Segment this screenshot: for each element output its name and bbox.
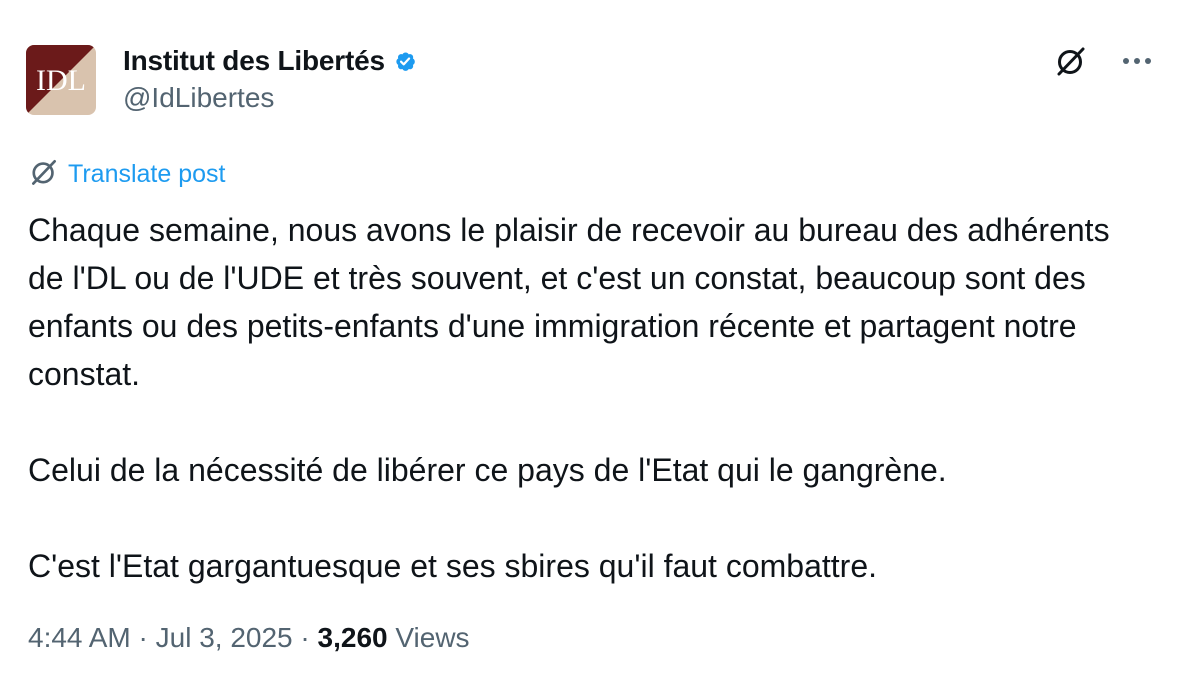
- display-name[interactable]: Institut des Libertés: [123, 45, 385, 77]
- post-time[interactable]: 4:44 AM: [28, 622, 131, 654]
- author-block: Institut des Libertés @IdLibertes: [123, 42, 419, 114]
- verified-badge-icon[interactable]: [391, 47, 419, 75]
- post-meta: 4:44 AM · Jul 3, 2025 · 3,260 Views: [28, 622, 470, 654]
- post-paragraph: C'est l'Etat gargantuesque et ses sbires…: [28, 548, 877, 584]
- grok-icon: [28, 156, 60, 193]
- post-paragraph: Celui de la nécessité de libérer ce pays…: [28, 452, 947, 488]
- translate-label: Translate post: [68, 160, 226, 188]
- user-handle[interactable]: @IdLibertes: [123, 82, 419, 114]
- views-count[interactable]: 3,260: [318, 622, 388, 654]
- post-card: IDL Institut des Libertés @IdLibertes Tr…: [0, 0, 1180, 692]
- avatar[interactable]: IDL: [26, 45, 96, 115]
- translate-post-link[interactable]: Translate post: [28, 156, 225, 193]
- meta-separator: ·: [130, 622, 156, 653]
- more-options-icon[interactable]: [1118, 42, 1156, 80]
- post-paragraph: Chaque semaine, nous avons le plaisir de…: [28, 212, 1119, 392]
- svg-text:IDL: IDL: [36, 64, 86, 97]
- post-text: Chaque semaine, nous avons le plaisir de…: [28, 206, 1148, 590]
- post-actions: [1052, 42, 1156, 80]
- views-label: Views: [387, 622, 470, 653]
- meta-separator: ·: [292, 622, 318, 653]
- post-date[interactable]: Jul 3, 2025: [156, 622, 293, 654]
- grok-icon[interactable]: [1052, 42, 1090, 80]
